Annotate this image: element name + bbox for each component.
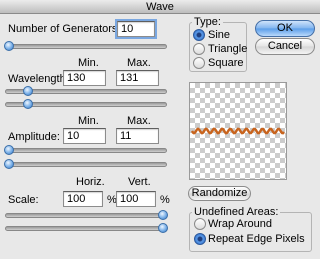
wave-line xyxy=(190,127,285,135)
cancel-button[interactable]: Cancel xyxy=(255,38,315,55)
wrap-around-radio[interactable] xyxy=(194,218,206,230)
wavelength-min-input[interactable]: 130 xyxy=(63,70,106,86)
generators-slider-track[interactable] xyxy=(5,44,167,49)
wavelength-max-slider-thumb[interactable] xyxy=(23,99,33,109)
wavelength-max-header: Max. xyxy=(127,57,151,69)
ok-button[interactable]: OK xyxy=(255,20,315,37)
scale-horiz-slider-thumb[interactable] xyxy=(158,210,168,220)
scale-vert-input[interactable]: 100 xyxy=(116,191,156,207)
wave-preview-curve xyxy=(190,127,285,135)
scale-label: Scale: xyxy=(8,194,39,206)
wave-preview xyxy=(189,82,287,180)
amplitude-max-slider-thumb[interactable] xyxy=(4,159,14,169)
scale-vert-unit: % xyxy=(160,194,170,206)
amplitude-max-header: Max. xyxy=(127,115,151,127)
amplitude-min-slider-track[interactable] xyxy=(5,148,167,153)
repeat-edge-pixels-label[interactable]: Repeat Edge Pixels xyxy=(208,233,305,246)
generators-input[interactable]: 10 xyxy=(115,19,157,39)
type-triangle-label[interactable]: Triangle xyxy=(208,43,247,56)
type-group-title: Type: xyxy=(192,16,223,28)
generators-slider-thumb[interactable] xyxy=(4,41,14,51)
type-square-radio[interactable] xyxy=(193,57,205,69)
undefined-areas-title: Undefined Areas: xyxy=(192,206,281,218)
amplitude-min-slider-thumb[interactable] xyxy=(4,145,14,155)
scale-vert-slider-thumb[interactable] xyxy=(158,223,168,233)
scale-horiz-header: Horiz. xyxy=(76,176,105,188)
wavelength-label: Wavelength: xyxy=(8,73,69,85)
amplitude-min-input[interactable]: 10 xyxy=(63,128,106,144)
wavelength-min-slider-thumb[interactable] xyxy=(23,86,33,96)
amplitude-max-input[interactable]: 11 xyxy=(116,128,159,144)
generators-label: Number of Generators: xyxy=(8,23,121,35)
scale-vert-slider-track[interactable] xyxy=(5,226,167,231)
type-sine-radio[interactable] xyxy=(193,29,205,41)
scale-horiz-slider-track[interactable] xyxy=(5,213,167,218)
wrap-around-label[interactable]: Wrap Around xyxy=(208,218,272,231)
type-square-label[interactable]: Square xyxy=(208,57,243,70)
wavelength-min-header: Min. xyxy=(78,57,99,69)
scale-vert-header: Vert. xyxy=(128,176,151,188)
amplitude-label: Amplitude: xyxy=(8,131,60,143)
wavelength-max-input[interactable]: 131 xyxy=(116,70,159,86)
amplitude-max-slider-track[interactable] xyxy=(5,162,167,167)
amplitude-min-header: Min. xyxy=(78,115,99,127)
type-sine-label[interactable]: Sine xyxy=(208,29,230,42)
scale-horiz-input[interactable]: 100 xyxy=(63,191,103,207)
repeat-edge-pixels-radio[interactable] xyxy=(194,233,206,245)
window-title: Wave xyxy=(0,0,320,14)
randomize-button[interactable]: Randomize xyxy=(188,186,251,201)
type-triangle-radio[interactable] xyxy=(193,43,205,55)
